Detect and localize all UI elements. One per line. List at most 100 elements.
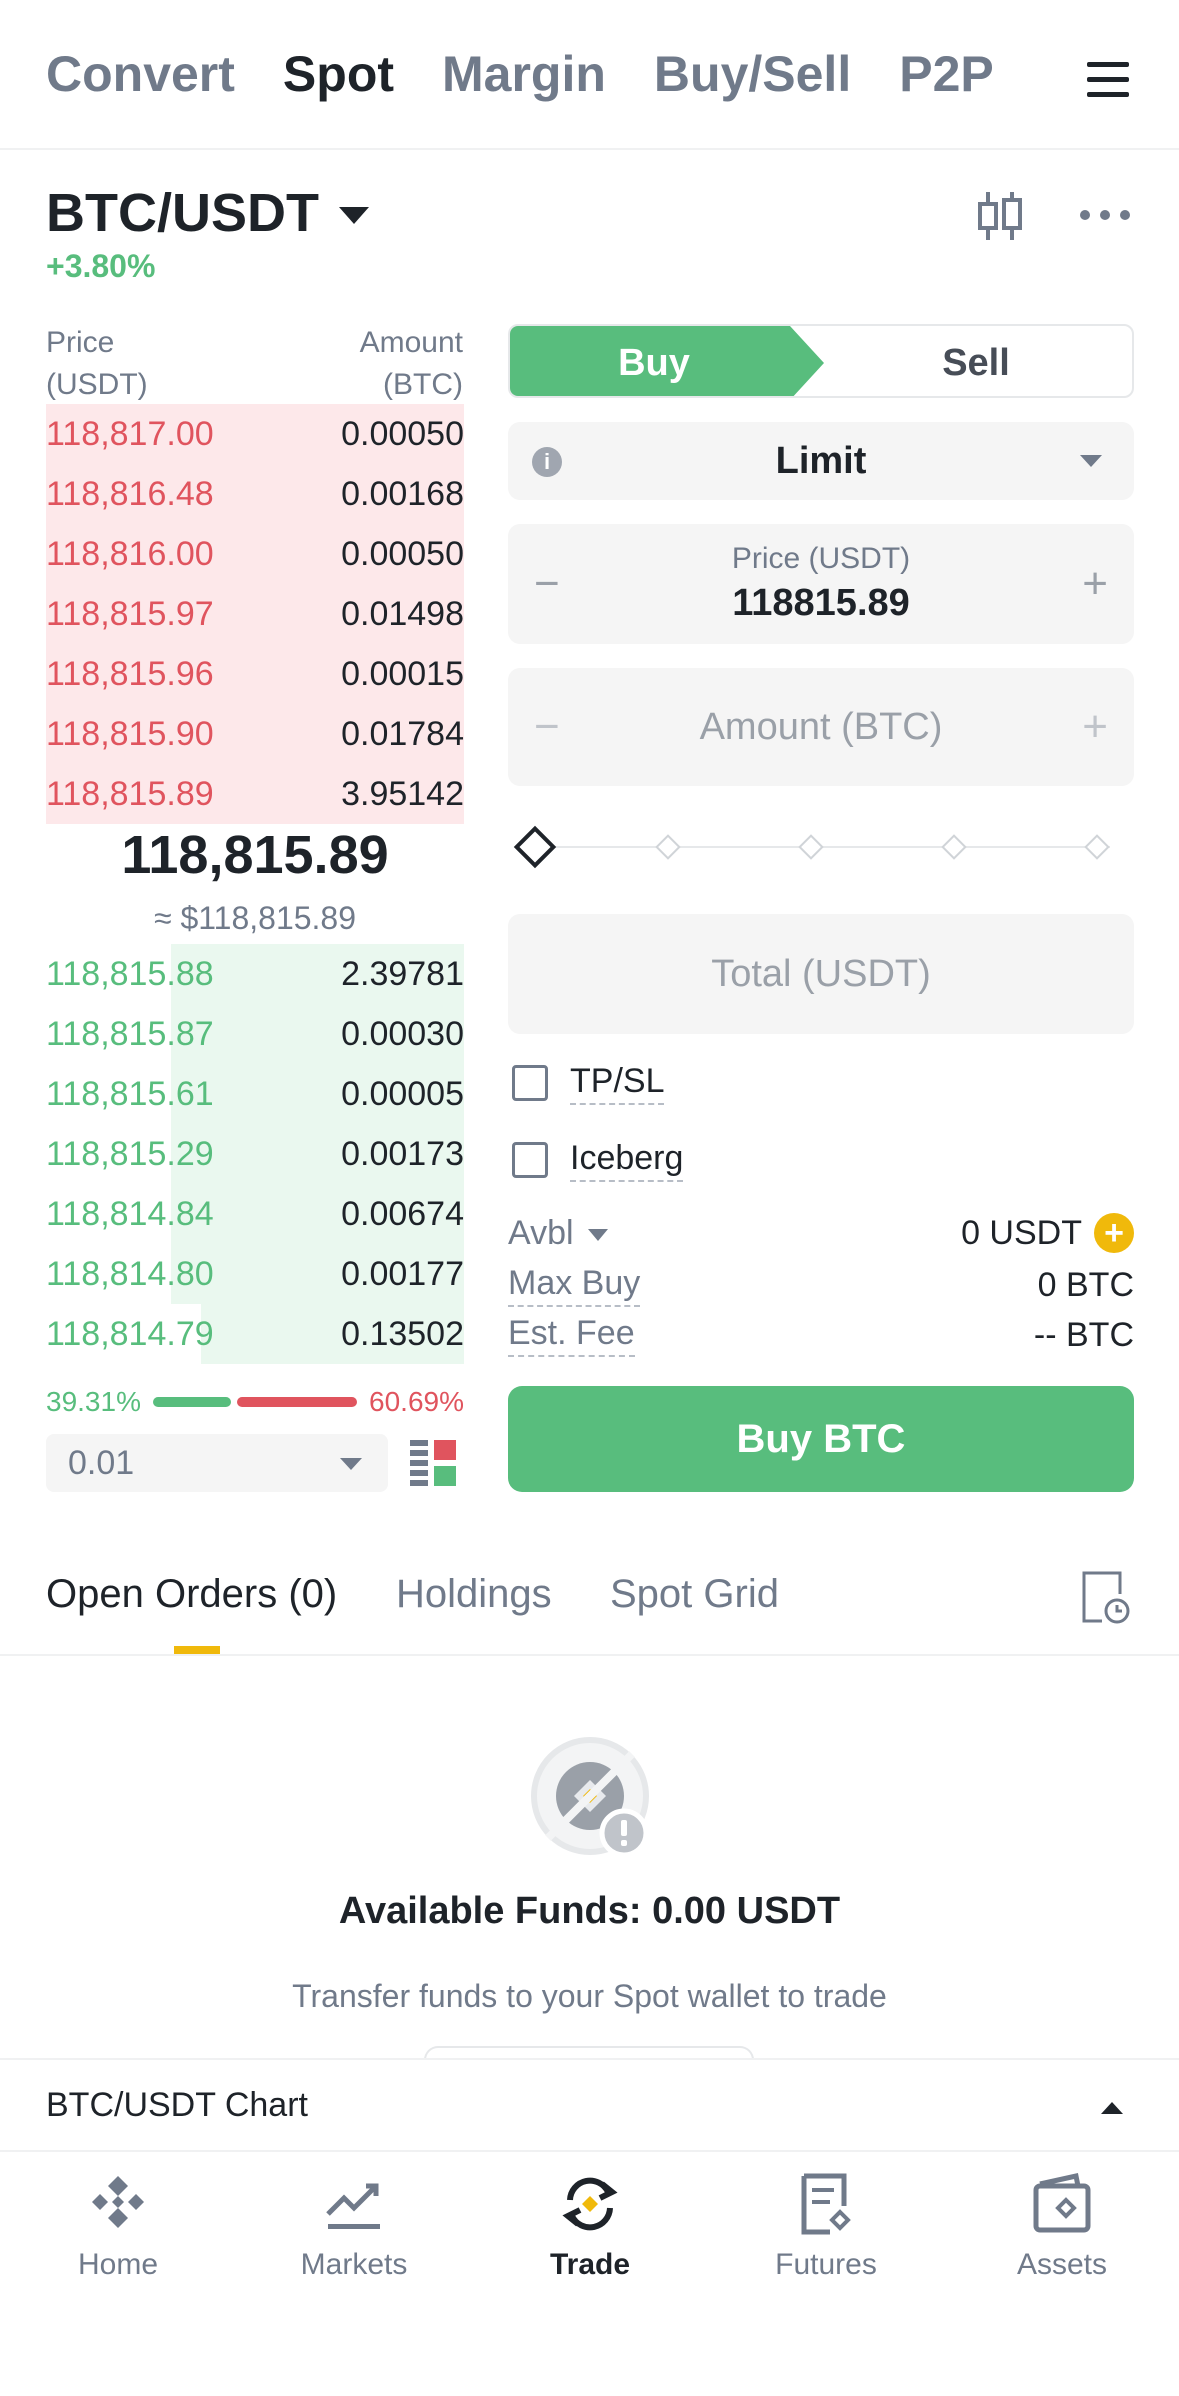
candlestick-icon[interactable] — [976, 190, 1024, 242]
tab-p2p[interactable]: P2P — [899, 45, 994, 103]
amount-decrease-button[interactable]: − — [534, 702, 560, 752]
ratio-bar-sell — [236, 1397, 358, 1407]
tab-spot[interactable]: Spot — [283, 45, 394, 103]
bid-price: 118,815.87 — [46, 1014, 214, 1053]
chevron-up-icon[interactable] — [1101, 2102, 1123, 2114]
tab-convert[interactable]: Convert — [46, 45, 235, 103]
tpsl-checkbox[interactable] — [512, 1065, 548, 1101]
buy-btc-button[interactable]: Buy BTC — [508, 1386, 1134, 1492]
bid-amount: 2.39781 — [341, 954, 464, 993]
ask-price: 118,816.00 — [46, 534, 214, 573]
avbl-toggle[interactable]: Avbl — [508, 1214, 608, 1253]
iceberg-checkbox[interactable] — [512, 1142, 548, 1178]
mid-price-usd: ≈ $118,815.89 — [153, 900, 357, 936]
home-icon — [92, 2176, 144, 2228]
buy-sell-toggle: Buy Sell — [508, 324, 1134, 398]
bid-row[interactable]: 118,815.61 0.00005 — [46, 1064, 464, 1124]
add-funds-icon[interactable]: + — [1094, 1213, 1134, 1253]
trade-icon — [562, 2177, 618, 2231]
ask-price: 118,815.96 — [46, 654, 214, 693]
price-input[interactable]: − Price (USDT) 118815.89 + — [508, 524, 1134, 644]
amount-increase-button[interactable]: + — [1082, 702, 1108, 752]
nav-trade[interactable]: Trade — [472, 2172, 708, 2282]
ask-amount: 0.01498 — [341, 594, 464, 633]
available-row: Avbl 0 USDT + — [508, 1210, 1134, 1256]
ask-amount: 0.00015 — [341, 654, 464, 693]
ask-amount: 0.00050 — [341, 534, 464, 573]
bid-price: 118,815.29 — [46, 1134, 214, 1173]
bottom-nav: Home Markets Trade Futures Assets — [0, 2150, 1179, 2396]
markets-icon — [326, 2183, 380, 2229]
tab-open-orders[interactable]: Open Orders (0) — [46, 1572, 337, 1617]
history-icon[interactable] — [1080, 1570, 1130, 1624]
tpsl-option[interactable]: TP/SL — [512, 1060, 665, 1106]
menu-icon[interactable] — [1087, 62, 1129, 98]
buy-tab[interactable]: Buy — [510, 326, 824, 396]
empty-state-subtitle: Transfer funds to your Spot wallet to tr… — [292, 1978, 887, 2014]
tab-holdings[interactable]: Holdings — [396, 1572, 552, 1617]
bid-price: 118,815.61 — [46, 1074, 214, 1113]
nav-markets[interactable]: Markets — [236, 2172, 472, 2282]
ask-row[interactable]: 118,815.97 0.01498 — [46, 584, 464, 644]
ask-row[interactable]: 118,816.48 0.00168 — [46, 464, 464, 524]
assets-icon — [1033, 2173, 1091, 2233]
ask-row[interactable]: 118,816.00 0.00050 — [46, 524, 464, 584]
ask-amount: 0.00050 — [341, 414, 464, 453]
slider-node-100[interactable] — [1084, 834, 1110, 860]
ask-row[interactable]: 118,817.00 0.00050 — [46, 404, 464, 464]
caret-down-icon — [340, 1458, 362, 1470]
ask-price: 118,815.89 — [46, 774, 214, 813]
slider-node-25[interactable] — [655, 834, 681, 860]
bid-row[interactable]: 118,814.84 0.00674 — [46, 1184, 464, 1244]
total-input[interactable]: Total (USDT) — [508, 914, 1134, 1034]
mid-price[interactable]: 118,815.89 — [46, 824, 464, 886]
active-tab-indicator — [174, 1646, 220, 1654]
buy-sell-ratio: 39.31% 60.69% — [46, 1382, 464, 1422]
futures-icon — [801, 2173, 851, 2235]
order-type-select[interactable]: i Limit — [508, 422, 1134, 500]
tab-spot-grid[interactable]: Spot Grid — [610, 1572, 779, 1617]
amount-input[interactable]: − Amount (BTC) + — [508, 668, 1134, 786]
caret-down-icon — [338, 206, 369, 224]
slider-node-75[interactable] — [941, 834, 967, 860]
bid-price: 118,815.88 — [46, 954, 214, 993]
more-icon[interactable] — [1080, 210, 1130, 220]
nav-futures[interactable]: Futures — [708, 2172, 944, 2282]
ask-row[interactable]: 118,815.90 0.01784 — [46, 704, 464, 764]
sell-tab[interactable]: Sell — [820, 326, 1132, 396]
price-value[interactable]: 118815.89 — [508, 582, 1134, 625]
max-buy-row: Max Buy 0 BTC — [508, 1262, 1134, 1308]
nav-home[interactable]: Home — [0, 2172, 236, 2282]
chart-bar[interactable]: BTC/USDT Chart — [0, 2058, 1179, 2150]
bid-amount: 0.00177 — [341, 1254, 464, 1293]
ratio-bar — [152, 1397, 358, 1407]
ratio-bar-buy — [152, 1397, 231, 1407]
max-buy-label: Max Buy — [508, 1264, 641, 1307]
iceberg-option[interactable]: Iceberg — [512, 1137, 684, 1183]
tab-buy-sell[interactable]: Buy/Sell — [654, 45, 851, 103]
ask-price: 118,817.00 — [46, 414, 214, 453]
amount-slider[interactable] — [513, 822, 1120, 872]
ask-row[interactable]: 118,815.96 0.00015 — [46, 644, 464, 704]
total-placeholder: Total (USDT) — [711, 952, 931, 995]
price-increase-button[interactable]: + — [1082, 559, 1108, 609]
fee-row: Est. Fee -- BTC — [508, 1312, 1134, 1358]
ask-price: 118,815.97 — [46, 594, 214, 633]
nav-assets[interactable]: Assets — [944, 2172, 1179, 2282]
buy-ratio: 39.31% — [46, 1386, 141, 1417]
bid-row[interactable]: 118,815.29 0.00173 — [46, 1124, 464, 1184]
bid-row[interactable]: 118,814.79 0.13502 — [46, 1304, 464, 1364]
bid-row[interactable]: 118,814.80 0.00177 — [46, 1244, 464, 1304]
precision-select[interactable]: 0.01 — [46, 1434, 388, 1492]
ask-row[interactable]: 118,815.89 3.95142 — [46, 764, 464, 824]
bid-row[interactable]: 118,815.87 0.00030 — [46, 1004, 464, 1064]
slider-node-50[interactable] — [798, 834, 824, 860]
tab-margin[interactable]: Margin — [442, 45, 606, 103]
bid-row[interactable]: 118,815.88 2.39781 — [46, 944, 464, 1004]
ask-price: 118,815.90 — [46, 714, 214, 753]
bid-price: 118,814.84 — [46, 1194, 214, 1233]
layout-icon[interactable] — [410, 1440, 456, 1486]
slider-handle[interactable] — [513, 825, 557, 869]
pair-selector[interactable]: BTC/USDT — [46, 182, 369, 244]
info-icon[interactable]: i — [532, 447, 562, 477]
